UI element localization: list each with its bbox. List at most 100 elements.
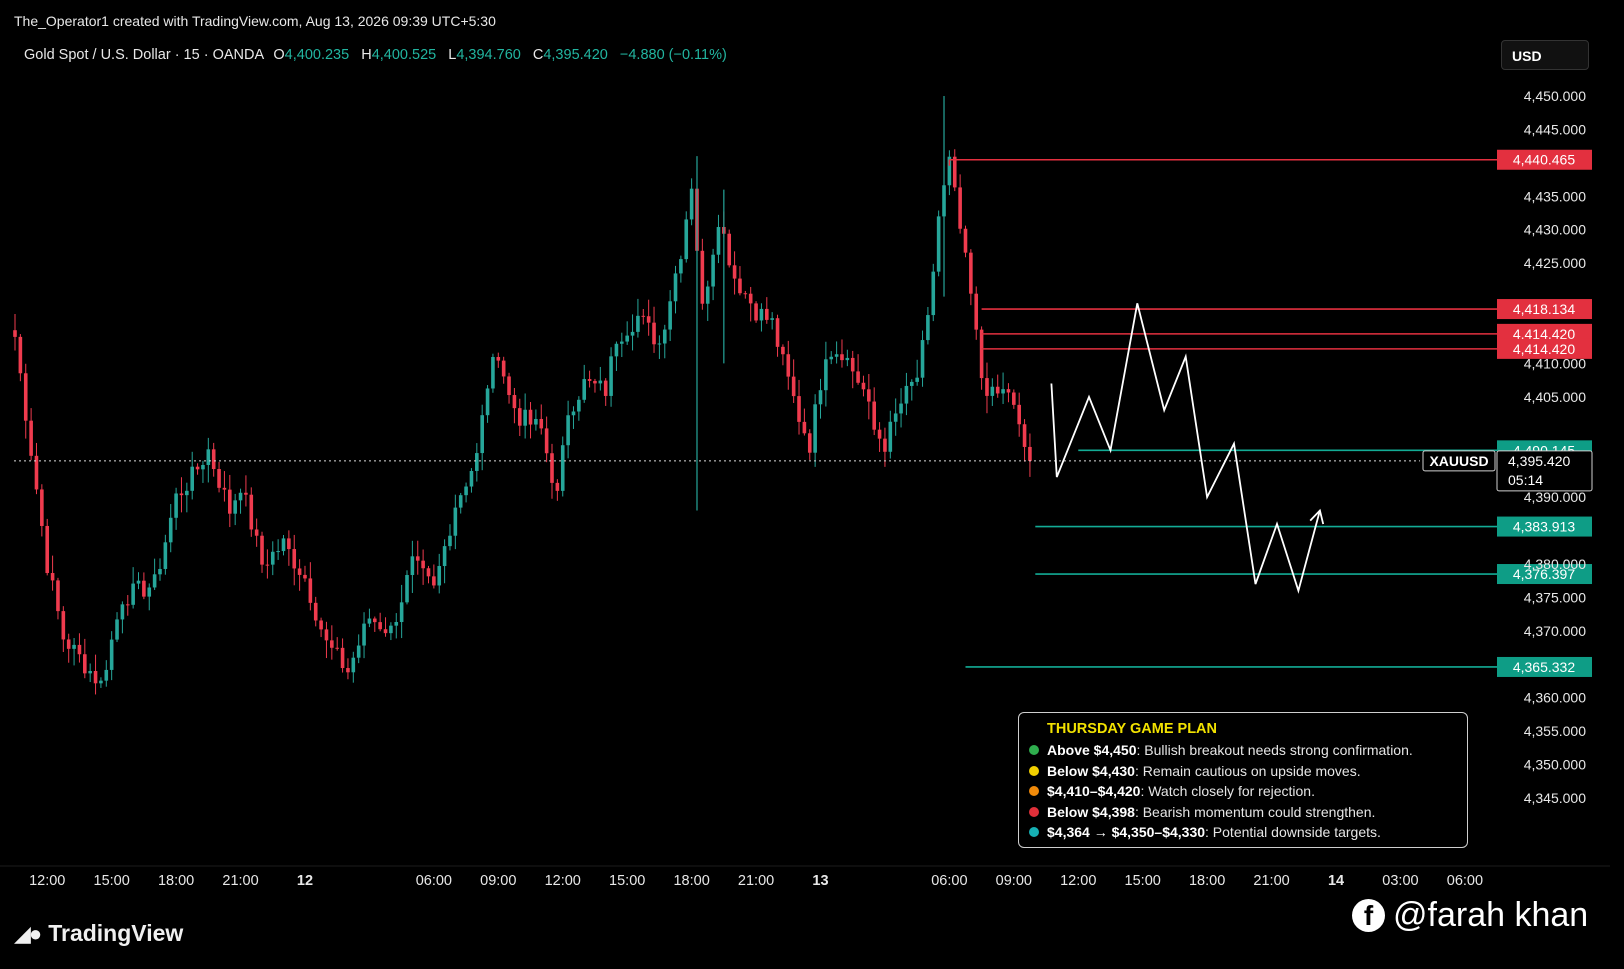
price-tick-label: 4,445.000	[1524, 121, 1586, 137]
candle-body	[437, 566, 442, 586]
price-tick-label: 4,425.000	[1524, 255, 1586, 271]
candle-body	[797, 396, 801, 422]
symbol-name[interactable]: Gold Spot / U.S. Dollar · 15 · OANDA	[24, 47, 263, 63]
time-axis[interactable]: 12:00 15:00 18:00 21:00 12 06:00 09:00 12:00 15:…	[0, 865, 1610, 889]
candle-body	[72, 644, 76, 649]
plan-item-text: : Bullish breakout needs strong confirma…	[1136, 742, 1413, 759]
candle-body	[399, 602, 404, 623]
candle-body	[66, 639, 71, 649]
open-value: 4,400.235	[284, 47, 350, 63]
candle-body	[560, 445, 565, 491]
candle-body	[50, 573, 55, 581]
brand-name: TradingView	[48, 920, 184, 946]
tradingview-logo[interactable]: ◢● TradingView	[14, 920, 183, 947]
candle-body	[464, 486, 468, 496]
support-level-label: 4,365.332	[1513, 659, 1575, 675]
candle-body	[550, 453, 554, 483]
candle-body	[926, 315, 930, 341]
time-tick-label: 18:00	[673, 873, 709, 889]
candle-body	[297, 568, 302, 575]
candle-body	[249, 494, 254, 530]
candle-body	[571, 411, 576, 416]
candle-body	[270, 551, 275, 565]
symbol-ohlc-bar[interactable]: Gold Spot / U.S. Dollar · 15 · OANDA O4,…	[24, 47, 735, 63]
candle-body	[727, 233, 732, 266]
candle-body	[512, 395, 517, 409]
candle-body	[899, 403, 903, 414]
candle-body	[362, 623, 366, 646]
price-axis[interactable]: 4,440.4654,418.1344,414.4204,414.4204,49…	[1422, 88, 1593, 806]
candle-body	[378, 622, 382, 630]
plan-item: $4,410–$4,420: Watch closely for rejecti…	[1029, 781, 1455, 802]
close-label: C	[532, 47, 544, 63]
candle-body	[491, 357, 495, 389]
price-tick-label: 4,405.000	[1524, 389, 1586, 405]
candle-body	[324, 629, 329, 641]
candle-body	[45, 525, 50, 574]
candle-body	[1001, 389, 1005, 394]
time-tick-label: 15:00	[1125, 873, 1161, 889]
candle-body	[367, 618, 372, 624]
candle-body	[620, 341, 624, 344]
bullet-dot-icon	[1029, 786, 1039, 797]
candle-body	[646, 316, 651, 323]
resistance-level-label: 4,418.134	[1513, 301, 1575, 317]
candle-body	[748, 293, 753, 304]
chart-attribution: The_Operator1 created with TradingView.c…	[14, 13, 496, 29]
candle-body	[781, 346, 785, 355]
candle-body	[990, 386, 995, 396]
candle-body	[786, 354, 791, 377]
price-tick-label: 4,355.000	[1524, 723, 1586, 739]
candle-body	[158, 568, 162, 575]
candle-body	[952, 156, 957, 188]
candle-body	[700, 250, 705, 304]
plan-list: Above $4,450: Bullish breakout needs str…	[1029, 740, 1455, 843]
candle-body	[834, 354, 839, 357]
candle-body	[115, 619, 119, 640]
candle-body	[120, 604, 125, 620]
candle-body	[1028, 446, 1032, 461]
plan-item-text: : Bearish momentum could strengthen.	[1134, 803, 1376, 820]
price-tick-label: 4,360.000	[1524, 690, 1586, 706]
candle-body	[56, 580, 60, 612]
candle-body	[254, 529, 259, 536]
candle-body	[824, 359, 828, 391]
candle-body	[292, 549, 297, 569]
candle-body	[372, 618, 377, 623]
candle-body	[528, 409, 533, 425]
candle-body	[813, 404, 817, 453]
candle-body	[125, 604, 130, 606]
price-tick-label: 4,410.000	[1524, 355, 1586, 371]
candle-body	[351, 657, 356, 673]
candle-body	[346, 668, 350, 673]
candle-body	[544, 428, 549, 454]
candle-body	[88, 671, 92, 674]
high-label: H	[361, 47, 372, 63]
candle-body	[244, 492, 248, 495]
candle-body	[877, 429, 882, 439]
candle-body	[179, 493, 184, 496]
candle-body	[593, 380, 597, 384]
bullet-dot-icon	[1029, 745, 1039, 756]
candle-body	[840, 354, 844, 361]
time-tick-label: 12:00	[29, 873, 65, 889]
candle-body	[652, 322, 656, 345]
time-tick-label: 03:00	[1382, 873, 1418, 889]
candle-body	[523, 409, 527, 426]
currency-button[interactable]: USD	[1501, 40, 1589, 70]
price-tick-label: 4,450.000	[1524, 88, 1586, 104]
candle-body	[598, 380, 603, 384]
watermark-text: @farah khan	[1393, 896, 1589, 934]
candle-body	[13, 330, 17, 337]
candle-body	[93, 671, 98, 684]
candle-body	[775, 318, 780, 347]
candle-body	[211, 449, 216, 470]
tv-logo-icon: ◢●	[14, 920, 42, 946]
candle-body	[23, 373, 28, 421]
candle-body	[577, 399, 581, 412]
support-level-label: 4,383.913	[1513, 519, 1575, 535]
candle-body	[195, 466, 200, 470]
facebook-icon: f	[1352, 899, 1385, 932]
plan-item-key: Above $4,450	[1047, 742, 1137, 759]
time-tick-label: 21:00	[738, 873, 774, 889]
